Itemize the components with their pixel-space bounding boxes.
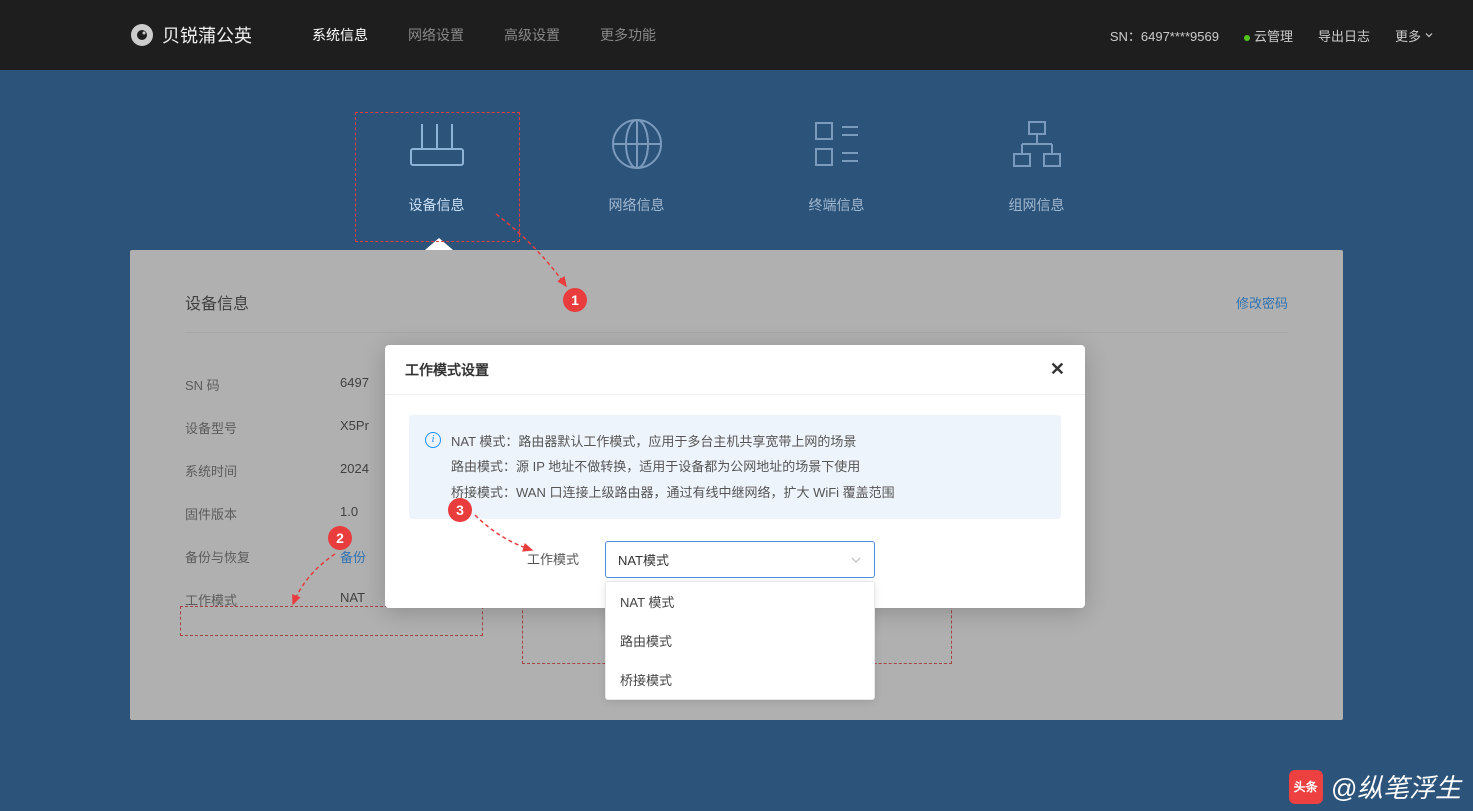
globe-icon [607,115,667,173]
modal-title: 工作模式设置 [405,360,489,380]
card-terminal-info[interactable]: 终端信息 [807,115,867,215]
main-nav: 系统信息 网络设置 高级设置 更多功能 [312,25,656,45]
info-route-text: 路由模式：源 IP 地址不做转换，适用于设备都为公网地址的场景下使用 [451,454,895,479]
card-label: 组网信息 [1009,195,1065,215]
info-icon: i [425,432,441,448]
status-dot-icon [1244,35,1250,41]
option-nat[interactable]: NAT 模式 [606,582,874,621]
select-value: NAT模式 [618,550,669,569]
watermark: 头条 @纵笔浮生 [1289,768,1461,805]
brand-logo: 贝锐蒲公英 [130,22,252,48]
option-route[interactable]: 路由模式 [606,621,874,660]
card-network-info[interactable]: 网络信息 [607,115,667,215]
card-label: 网络信息 [609,195,665,215]
chevron-down-icon [850,554,862,566]
workmode-modal: 工作模式设置 ✕ i NAT 模式：路由器默认工作模式，应用于多台主机共享宽带上… [385,345,1085,608]
card-label: 设备信息 [409,195,465,215]
router-icon [407,115,467,173]
cloud-manage-link[interactable]: 云管理 [1244,26,1293,45]
export-log-link[interactable]: 导出日志 [1318,26,1370,45]
mode-info-banner: i NAT 模式：路由器默认工作模式，应用于多台主机共享宽带上网的场景 路由模式… [409,415,1061,519]
toutiao-logo-icon: 头条 [1289,770,1323,804]
close-icon[interactable]: ✕ [1050,359,1065,380]
chevron-down-icon [1425,31,1433,39]
card-group-info[interactable]: 组网信息 [1007,115,1067,215]
option-bridge[interactable]: 桥接模式 [606,660,874,699]
workmode-select[interactable]: NAT模式 [605,541,875,578]
topbar-right: SN：6497****9569 云管理 导出日志 更多 [1110,26,1433,45]
annotation-badge-2: 2 [328,526,352,550]
nav-network-settings[interactable]: 网络设置 [408,25,464,45]
nav-advanced-settings[interactable]: 高级设置 [504,25,560,45]
info-nat-text: NAT 模式：路由器默认工作模式，应用于多台主机共享宽带上网的场景 [451,429,895,454]
top-nav: 贝锐蒲公英 系统信息 网络设置 高级设置 更多功能 SN：6497****956… [0,0,1473,70]
more-dropdown[interactable]: 更多 [1395,26,1433,45]
annotation-badge-1: 1 [563,288,587,312]
dandelion-icon [130,23,154,47]
workmode-label: 工作模式 [527,541,579,568]
workmode-dropdown: NAT 模式 路由模式 桥接模式 [605,581,875,700]
card-label: 终端信息 [809,195,865,215]
grid-icon [807,115,867,173]
network-tree-icon [1007,115,1067,173]
info-bridge-text: 桥接模式：WAN 口连接上级路由器，通过有线中继网络，扩大 WiFi 覆盖范围 [451,480,895,505]
card-device-info[interactable]: 设备信息 [407,115,467,215]
info-cards-row: 设备信息 网络信息 终端信息 组网信息 [0,70,1473,250]
nav-system-info[interactable]: 系统信息 [312,25,368,45]
brand-text: 贝锐蒲公英 [162,22,252,48]
nav-more-functions[interactable]: 更多功能 [600,25,656,45]
panel-pointer [425,238,453,250]
watermark-author: @纵笔浮生 [1331,768,1461,805]
sn-display: SN：6497****9569 [1110,26,1219,45]
annotation-badge-3: 3 [448,498,472,522]
